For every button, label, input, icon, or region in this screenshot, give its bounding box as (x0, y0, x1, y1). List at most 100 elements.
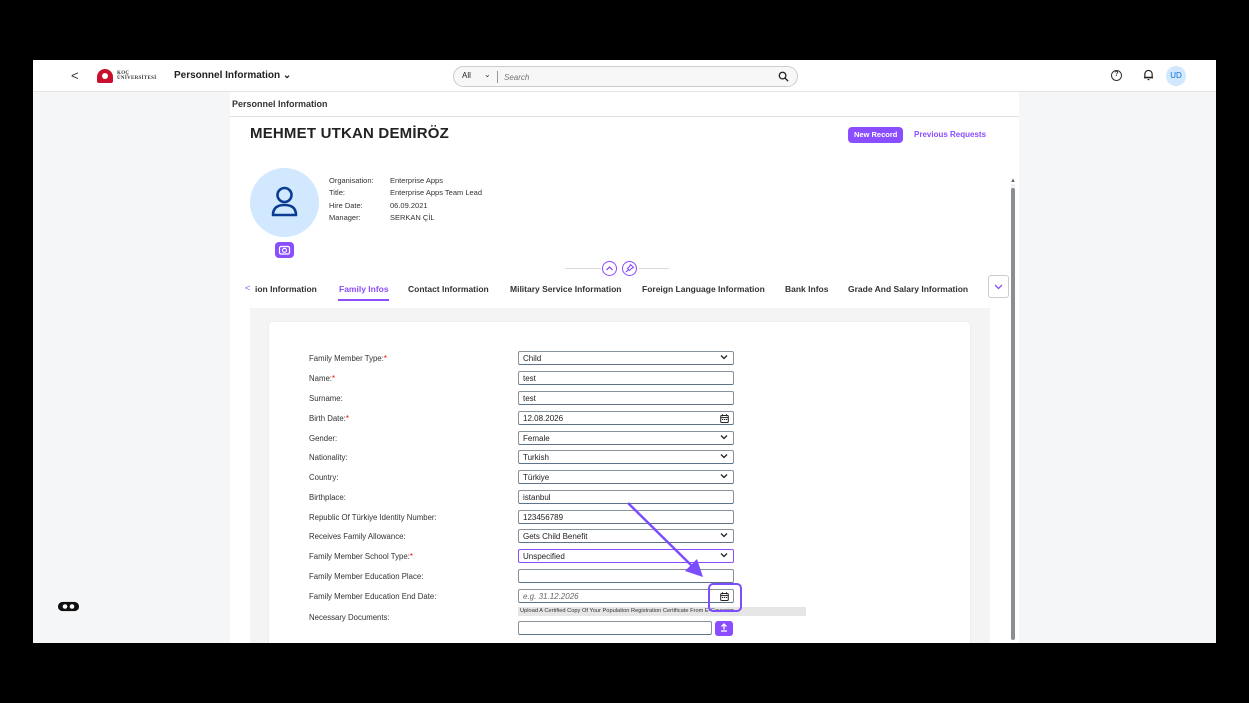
name-label: Name:* (309, 374, 336, 383)
identity-number-input[interactable]: 123456789 (518, 510, 734, 524)
tab-overflow-button[interactable] (988, 275, 1009, 298)
divider (565, 268, 601, 269)
required-marker: * (331, 374, 336, 383)
university-logo[interactable]: KOÇ ÜNİVERSİTESİ (97, 69, 156, 83)
field-value: Gets Child Benefit (523, 532, 588, 541)
help-icon[interactable]: ? (1111, 70, 1122, 81)
chevron-down-icon[interactable] (720, 353, 728, 363)
tab-family-infos[interactable]: Family Infos (339, 284, 389, 294)
app-title-menu[interactable]: Personnel Information ⌄ (174, 70, 291, 81)
info-row: Title: Enterprise Apps Team Lead (329, 188, 483, 198)
chevron-down-icon[interactable] (720, 551, 728, 561)
logo-text: KOÇ ÜNİVERSİTESİ (117, 71, 157, 81)
search-divider (497, 71, 498, 83)
nationality-select[interactable]: Turkish (518, 450, 734, 464)
country-label: Country: (309, 473, 339, 482)
tab-bar: < ion Information Family Infos Contact I… (230, 272, 1019, 301)
nationality-label: Nationality: (309, 453, 348, 462)
upload-button[interactable] (715, 621, 733, 636)
field-value: test (523, 394, 536, 403)
info-row: Manager: SERKAN ÇİL (329, 212, 435, 222)
info-row: Hire Date: 06.09.2021 (329, 200, 428, 210)
app-screen: < KOÇ ÜNİVERSİTESİ Personnel Information … (33, 60, 1216, 643)
info-row: Organisation: Enterprise Apps (329, 176, 443, 185)
gender-label: Gender: (309, 434, 338, 443)
user-avatar[interactable]: UD (1166, 66, 1186, 86)
required-marker: * (409, 552, 413, 561)
camera-icon (278, 245, 291, 255)
calendar-icon[interactable] (720, 414, 729, 425)
divider (639, 268, 669, 269)
field-value: e.g. 31.12.2026 (523, 592, 579, 601)
chevron-down-icon[interactable] (720, 472, 728, 482)
education-place-label: Family Member Education Place: (309, 572, 424, 581)
family-allowance-label: Receives Family Allowance: (309, 532, 406, 541)
family-member-type-label: Family Member Type:* (309, 354, 387, 363)
chevron-down-icon[interactable] (720, 531, 728, 541)
required-marker: * (383, 354, 387, 363)
family-member-type-select[interactable]: Child (518, 351, 734, 365)
name-input[interactable]: test (518, 371, 734, 385)
field-value: Female (523, 434, 550, 443)
new-record-button[interactable]: New Record (848, 127, 904, 143)
assistant-widget-icon[interactable] (57, 601, 80, 612)
search-bar: All ⌄ (453, 66, 798, 87)
person-icon (271, 186, 298, 217)
chevron-down-icon[interactable]: ⌄ (484, 70, 491, 79)
field-label: Necessary Documents: (309, 613, 390, 622)
search-scope-select[interactable]: All (462, 71, 471, 80)
field-value: Unspecified (523, 552, 565, 561)
gender-select[interactable]: Female (518, 431, 734, 445)
tab-bank-infos[interactable]: Bank Infos (785, 284, 828, 294)
chevron-down-icon[interactable] (720, 433, 728, 443)
change-photo-button[interactable] (275, 242, 294, 258)
chevron-down-icon[interactable] (720, 452, 728, 462)
logo-mark-icon (97, 69, 113, 83)
birth-date-datepicker[interactable]: 12.08.2026 (518, 411, 734, 425)
scrollbar-thumb[interactable] (1011, 188, 1015, 640)
field-value: test (523, 374, 536, 383)
field-value: 123456789 (523, 513, 564, 522)
search-input[interactable] (504, 70, 764, 84)
field-value: Turkish (523, 453, 549, 462)
field-value: istanbul (523, 493, 551, 502)
school-type-select[interactable]: Unspecified (518, 549, 734, 563)
chevron-left-icon[interactable]: < (245, 283, 250, 293)
family-allowance-select[interactable]: Gets Child Benefit (518, 529, 734, 543)
employee-avatar (250, 168, 319, 237)
scroll-up-icon[interactable]: ▲ (1010, 178, 1016, 184)
documents-hint: Upload A Certified Copy Of Your Populati… (518, 607, 806, 616)
document-upload-input[interactable] (518, 621, 712, 635)
employee-info: Organisation: Enterprise Apps Title: Enter… (329, 175, 482, 224)
education-place-input[interactable] (518, 569, 734, 583)
required-marker: * (345, 414, 349, 423)
field-value: Child (523, 354, 542, 363)
education-end-date-datepicker[interactable]: e.g. 31.12.2026 (518, 589, 734, 603)
birthplace-input[interactable]: istanbul (518, 490, 734, 504)
upload-icon (721, 622, 727, 632)
shell-bar: < KOÇ ÜNİVERSİTESİ Personnel Information … (33, 60, 1216, 92)
tab-contact-information[interactable]: Contact Information (408, 284, 489, 294)
back-button[interactable]: < (71, 68, 79, 83)
country-select[interactable]: Türkiye (518, 470, 734, 484)
tab-grade-and-salary-information[interactable]: Grade And Salary Information (848, 284, 968, 294)
identity-number-label: Republic Of Türkiye Identity Number: (309, 513, 437, 522)
education-end-date-label: Family Member Education End Date: (309, 592, 437, 601)
search-icon[interactable] (778, 71, 789, 82)
bell-icon[interactable] (1143, 69, 1154, 81)
tab-personal-information[interactable]: ion Information (255, 284, 317, 294)
tab-military-service-information[interactable]: Military Service Information (510, 284, 621, 294)
divider (230, 116, 1019, 117)
previous-requests-link[interactable]: Previous Requests (914, 130, 986, 139)
surname-input[interactable]: test (518, 391, 734, 405)
birth-date-label: Birth Date:* (309, 414, 349, 423)
school-type-label: Family Member School Type:* (309, 552, 413, 561)
tab-foreign-language-information[interactable]: Foreign Language Information (642, 284, 765, 294)
calendar-icon[interactable] (720, 592, 729, 603)
chevron-down-icon (994, 284, 1003, 290)
birthplace-label: Birthplace: (309, 493, 346, 502)
employee-name: MEHMET UTKAN DEMİRÖZ (250, 125, 449, 142)
surname-label: Surname: (309, 394, 343, 403)
page-title: Personnel Information (232, 99, 328, 109)
active-tab-indicator (338, 299, 389, 301)
